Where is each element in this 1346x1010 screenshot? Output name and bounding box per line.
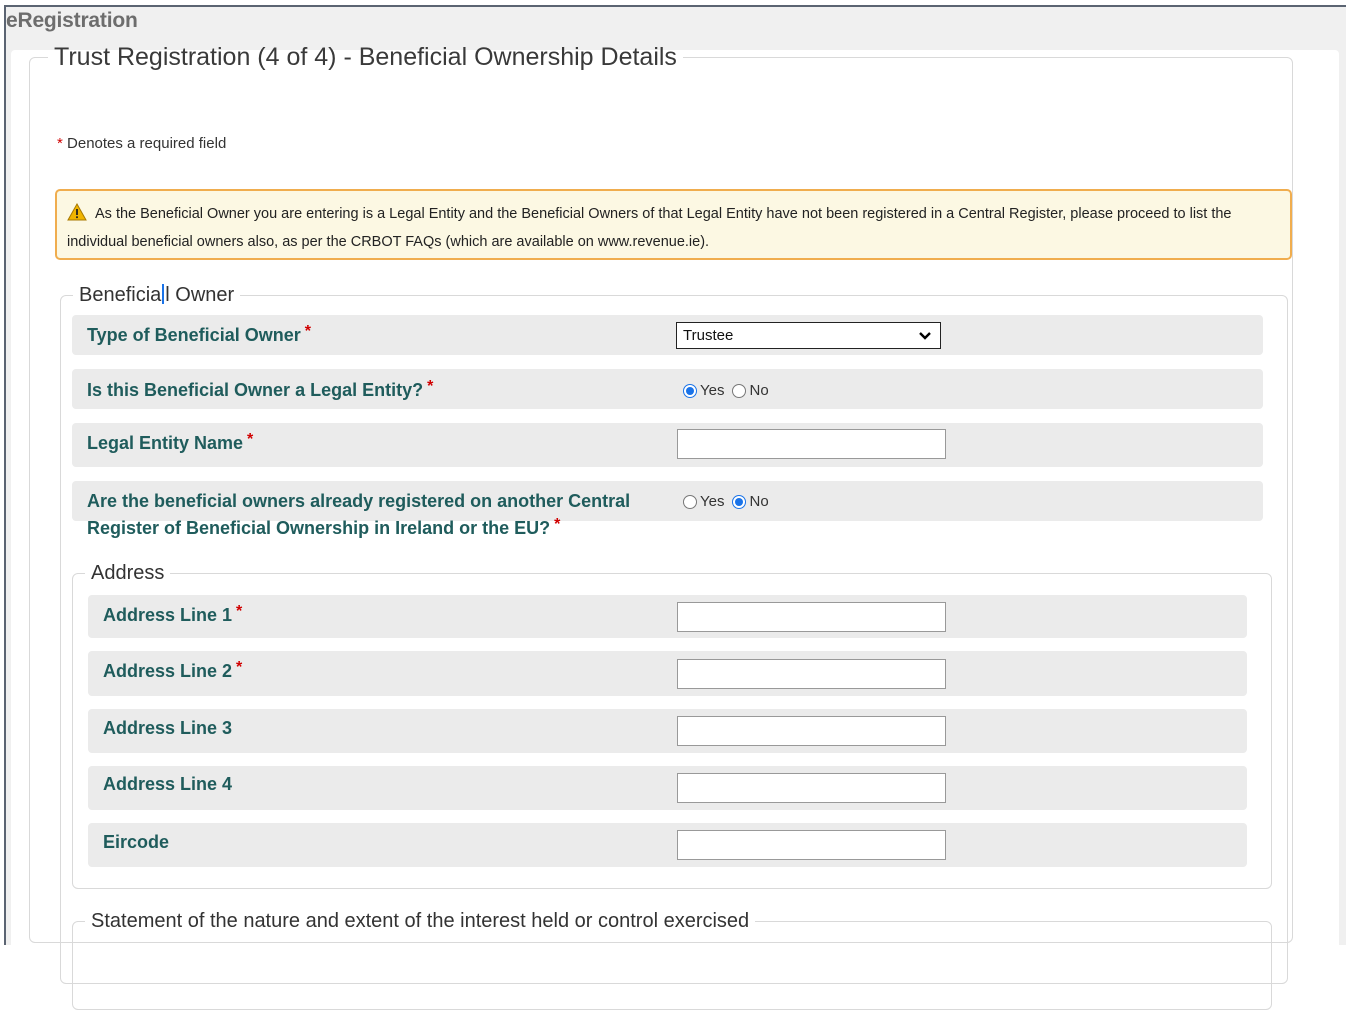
beneficial-owner-legend: Beneficia l Owner bbox=[73, 284, 240, 307]
statement-fieldset: Statement of the nature and extent of th… bbox=[72, 910, 1272, 1010]
legal-entity-name-input[interactable] bbox=[677, 429, 946, 459]
legal-entity-radio-group: Yes No bbox=[683, 382, 777, 399]
required-star: * bbox=[57, 135, 63, 152]
legend-text-part2: l Owner bbox=[165, 284, 235, 306]
legal-entity-label: Is this Beneficial Owner a Legal Entity?… bbox=[87, 378, 434, 400]
registered-yes-radio[interactable] bbox=[683, 494, 697, 509]
address-legend: Address bbox=[91, 562, 165, 584]
address-line3-input[interactable] bbox=[677, 716, 946, 746]
registered-elsewhere-radio-group: Yes No bbox=[683, 493, 777, 510]
address-line1-input[interactable] bbox=[677, 602, 946, 632]
warning-text: As the Beneficial Owner you are entering… bbox=[67, 206, 1232, 250]
registered-no-option[interactable]: No bbox=[732, 493, 769, 510]
legend-text-part1: Beneficia bbox=[79, 284, 162, 306]
legal-entity-name-label: Legal Entity Name * bbox=[87, 431, 254, 453]
address-line4-row bbox=[88, 766, 1247, 810]
address-line2-input[interactable] bbox=[677, 659, 946, 689]
legal-entity-yes-option[interactable]: Yes bbox=[683, 382, 724, 399]
chevron-down-icon bbox=[918, 329, 932, 343]
address-line3-row bbox=[88, 709, 1247, 753]
address-line1-row bbox=[88, 595, 1247, 638]
app-title: eRegistration bbox=[6, 9, 138, 32]
statement-legend: Statement of the nature and extent of th… bbox=[91, 910, 750, 932]
registered-yes-option[interactable]: Yes bbox=[683, 493, 724, 510]
eircode-row bbox=[88, 823, 1247, 867]
eircode-input[interactable] bbox=[677, 830, 946, 860]
legal-entity-no-option[interactable]: No bbox=[732, 382, 769, 399]
registered-no-radio[interactable] bbox=[732, 494, 747, 509]
registered-elsewhere-label: Are the beneficial owners already regist… bbox=[87, 491, 631, 538]
type-of-owner-value: Trustee bbox=[683, 327, 734, 344]
address-line2-label: Address Line 2 * bbox=[103, 659, 243, 681]
text-cursor bbox=[162, 284, 165, 304]
address-line3-label: Address Line 3 bbox=[103, 718, 233, 738]
address-line1-label: Address Line 1 * bbox=[103, 603, 243, 625]
legal-entity-no-radio[interactable] bbox=[732, 383, 747, 398]
eircode-label: Eircode bbox=[103, 832, 170, 852]
address-line4-label: Address Line 4 bbox=[103, 774, 233, 794]
form-title: Trust Registration (4 of 4) - Beneficial… bbox=[54, 43, 677, 71]
required-note: * Denotes a required field bbox=[57, 135, 226, 152]
type-of-owner-select[interactable]: Trustee bbox=[676, 322, 941, 349]
warning-triangle-icon bbox=[67, 202, 87, 221]
required-note-text: Denotes a required field bbox=[67, 135, 227, 152]
warning-alert: As the Beneficial Owner you are entering… bbox=[55, 189, 1292, 260]
address-line2-row bbox=[88, 651, 1247, 696]
legal-entity-yes-radio[interactable] bbox=[683, 383, 697, 398]
address-line4-input[interactable] bbox=[677, 773, 946, 803]
type-of-owner-label: Type of Beneficial Owner * bbox=[87, 323, 311, 345]
